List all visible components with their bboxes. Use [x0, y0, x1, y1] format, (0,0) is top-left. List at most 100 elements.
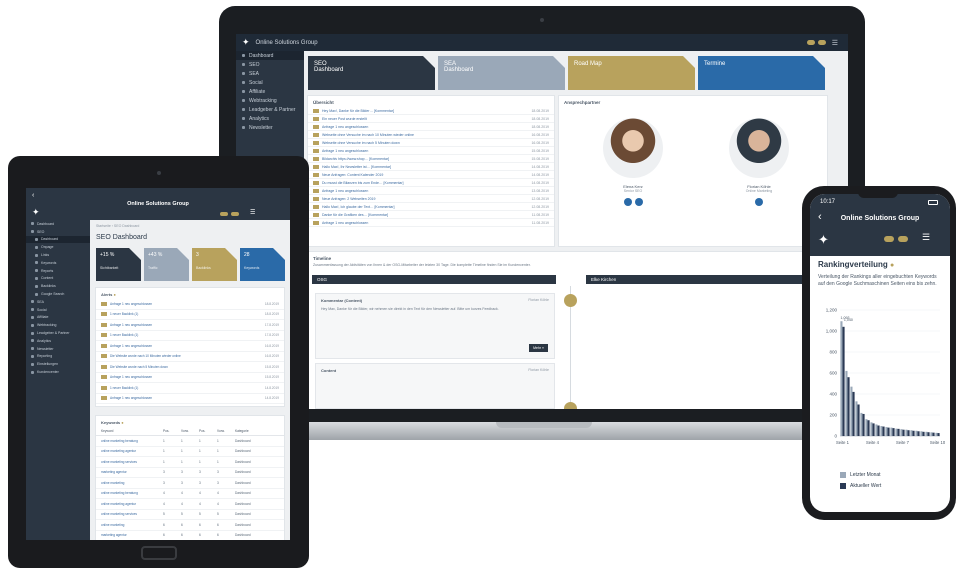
tablet-sidebar-item[interactable]: Webtracking [26, 321, 90, 329]
kpi-tile[interactable]: 3 Backlinks [192, 248, 237, 281]
alert-row[interactable]: Anfrage 1 neu angeschlossen 17.8.2019 [96, 320, 284, 331]
kpi-tile[interactable]: +15 % Sichtbarkeit [96, 248, 141, 281]
keywords-header[interactable]: Pos. [199, 429, 217, 433]
menu-icon[interactable]: ☰ [250, 209, 255, 216]
tablet-sidebar-item[interactable]: Reporting [26, 353, 90, 361]
tablet-sidebar-item[interactable]: Reports [26, 267, 90, 275]
alert-text[interactable]: Anfrage 1 neu angeschlossen [110, 375, 262, 379]
tablet-sidebar-item[interactable]: Leadgeber & Partner [26, 329, 90, 337]
message-icon[interactable] [231, 212, 239, 216]
news-text[interactable]: Anfrage 1 neu angeschlossen [322, 189, 528, 193]
news-text[interactable]: Hallo Max!, Ich glaube der Text… [Kommen… [322, 205, 528, 209]
chat-icon[interactable] [220, 212, 228, 216]
keywords-header[interactable]: Pos. [163, 429, 181, 433]
news-row[interactable]: Neue Anfragen: 2 Webseiten 2019 12.08.201… [308, 195, 554, 203]
alert-text[interactable]: 1 neuer Backlink (1) [110, 386, 262, 390]
legend-item[interactable]: Aktueller Wert [840, 483, 881, 489]
keyword-cell[interactable]: online marketing services [101, 460, 163, 464]
kpi-tile[interactable]: +43 % Traffic [144, 248, 189, 281]
news-row[interactable]: Hallo Max!, Ich glaube der Text… [Kommen… [308, 203, 554, 211]
tablet-home-button[interactable] [141, 546, 177, 560]
alert-row[interactable]: 1 neuer Backlink (1) 18.8.2019 [96, 310, 284, 320]
back-chevron-icon[interactable]: ‹ [32, 192, 34, 199]
news-row[interactable]: Danke für die Grafiken des… [Kommentar] 1… [308, 211, 554, 219]
tablet-sidebar-item[interactable]: Newsletter [26, 345, 90, 353]
news-text[interactable]: Ein neuer Post wurde erstellt [322, 117, 528, 121]
alert-text[interactable]: Anfrage 1 neu angeschlossen [110, 302, 262, 306]
alert-row[interactable]: Anfrage 1 neu angeschlossen 15.8.2019 [96, 373, 284, 383]
legend-item[interactable]: Letzter Monat [840, 472, 881, 478]
sidebar-item[interactable]: Newsletter [236, 123, 304, 132]
tablet-sidebar-item[interactable]: Affiliate [26, 314, 90, 322]
news-row[interactable]: Neue Anfragen: Content Kalender 2019 14.0… [308, 171, 554, 179]
sidebar-item[interactable]: Webtracking [236, 96, 304, 105]
alert-row[interactable]: 1 neuer Backlink (1) 17.8.2019 [96, 331, 284, 341]
alert-row[interactable]: Die Website wurde nach 10 Minuten wieder… [96, 352, 284, 362]
dashboard-tile[interactable]: SEO Dashboard [308, 56, 435, 90]
news-text[interactable]: Hallo Max!, Ihr Newsletter ist… [Komment… [322, 165, 528, 169]
news-row[interactable]: Anfrage 1 neu angeschlossen 13.08.2019 [308, 187, 554, 195]
tablet-sidebar-item[interactable]: SEO [26, 228, 90, 236]
news-row[interactable]: Hey Max!, Danke für die Bilder… [Komment… [308, 107, 554, 115]
chat-icon[interactable] [884, 236, 894, 242]
tablet-sidebar-item[interactable]: Links [26, 251, 90, 259]
tablet-sidebar-item[interactable]: Analytics [26, 337, 90, 345]
news-text[interactable]: Danke für die Grafiken des… [Kommentar] [322, 213, 529, 217]
keywords-header[interactable]: Vorw. [181, 429, 199, 433]
tablet-sidebar-item[interactable]: Dashboard [26, 220, 90, 228]
alert-row[interactable]: 1 neuer Backlink (1) 14.8.2019 [96, 383, 284, 394]
alert-text[interactable]: Anfrage 1 neu angeschlossen [110, 344, 262, 348]
chat-icon[interactable] [806, 40, 815, 45]
alert-text[interactable]: Anfrage 1 neu angeschlossen [110, 323, 262, 327]
news-text[interactable]: Neue Anfragen: 2 Webseiten 2019 [322, 197, 528, 201]
alert-text[interactable]: Anfrage 1 neu angeschlossen [110, 396, 262, 400]
keywords-header[interactable]: Keyword [101, 429, 163, 433]
news-text[interactable]: Bildarchiv https://www.shop… [Kommentar] [322, 157, 528, 161]
sidebar-item[interactable]: Affiliate [236, 87, 304, 96]
alert-text[interactable]: Die Website wurde nach 5 Minuten down [110, 365, 262, 369]
news-text[interactable]: Neue Anfragen: Content Kalender 2019 [322, 173, 528, 177]
keyword-cell[interactable]: marketing agentur [101, 470, 163, 474]
keyword-cell[interactable]: marketing agentur [101, 533, 163, 537]
sidebar-item[interactable]: Leadgeber & Partner [236, 105, 304, 114]
news-row[interactable]: Anfrage 1 neu angeschlossen 15.08.2019 [308, 147, 554, 155]
news-row[interactable]: Anfrage 1 neu angeschlossen 11.08.2019 [308, 219, 554, 227]
menu-icon[interactable]: ☰ [832, 39, 838, 47]
alert-row[interactable]: Anfrage 1 neu angeschlossen 18.8.2019 [96, 299, 284, 310]
phone-icon[interactable] [623, 198, 632, 206]
message-icon[interactable] [898, 236, 908, 242]
keyword-cell[interactable]: online marketing services [101, 512, 163, 516]
keyword-cell[interactable]: online marketing agentur [101, 449, 163, 453]
tablet-sidebar-item[interactable]: Einstellungen [26, 360, 90, 368]
keyword-cell[interactable]: online marketing [101, 481, 163, 485]
news-row[interactable]: Webseite ohne Versuche im nach 5 Minuten… [308, 139, 554, 147]
tablet-sidebar-item[interactable]: Keywords [26, 259, 90, 267]
news-row[interactable]: Hallo Max!, Ihr Newsletter ist… [Komment… [308, 163, 554, 171]
alert-text[interactable]: Die Website wurde nach 10 Minuten wieder… [110, 354, 262, 358]
tablet-sidebar-item[interactable]: Dashboard [26, 235, 90, 244]
news-row[interactable]: Ein neuer Post wurde erstellt 18.08.2019 [308, 115, 554, 123]
tablet-sidebar-item[interactable]: Content [26, 275, 90, 283]
tablet-sidebar-item[interactable]: SEA [26, 298, 90, 306]
dashboard-tile[interactable]: Road Map [568, 56, 695, 90]
mail-icon[interactable] [755, 198, 763, 206]
news-row[interactable]: Du musst die Bilanzen bis zum Ende… [Kom… [308, 179, 554, 187]
keyword-cell[interactable]: online marketing agentur [101, 502, 163, 506]
news-text[interactable]: Anfrage 1 neu angeschlossen [322, 149, 528, 153]
sidebar-item[interactable]: SEO [236, 60, 304, 69]
alert-row[interactable]: Die Website wurde nach 5 Minuten down 15.… [96, 362, 284, 373]
news-row[interactable]: Anfrage 1 neu angeschlossen 18.08.2019 [308, 123, 554, 131]
tablet-sidebar-item[interactable]: Backlinks [26, 282, 90, 290]
news-row[interactable]: Webseite ohne Versuche im nach 10 Minute… [308, 131, 554, 139]
sidebar-item[interactable]: Social [236, 78, 304, 87]
tablet-sidebar-item[interactable]: Onpage [26, 243, 90, 251]
alert-text[interactable]: 1 neuer Backlink (1) [110, 312, 262, 316]
news-text[interactable]: Anfrage 1 neu angeschlossen [322, 221, 529, 225]
kpi-tile[interactable]: 28 Keywords [240, 248, 285, 281]
tablet-sidebar-item[interactable]: Social [26, 306, 90, 314]
keywords-header[interactable]: Kategorie [235, 429, 271, 433]
alert-row[interactable]: Anfrage 1 neu angeschlossen 16.8.2019 [96, 341, 284, 352]
news-text[interactable]: Du musst die Bilanzen bis zum Ende… [Kom… [322, 181, 528, 185]
news-text[interactable]: Anfrage 1 neu angeschlossen [322, 125, 528, 129]
sidebar-item[interactable]: SEA [236, 69, 304, 78]
